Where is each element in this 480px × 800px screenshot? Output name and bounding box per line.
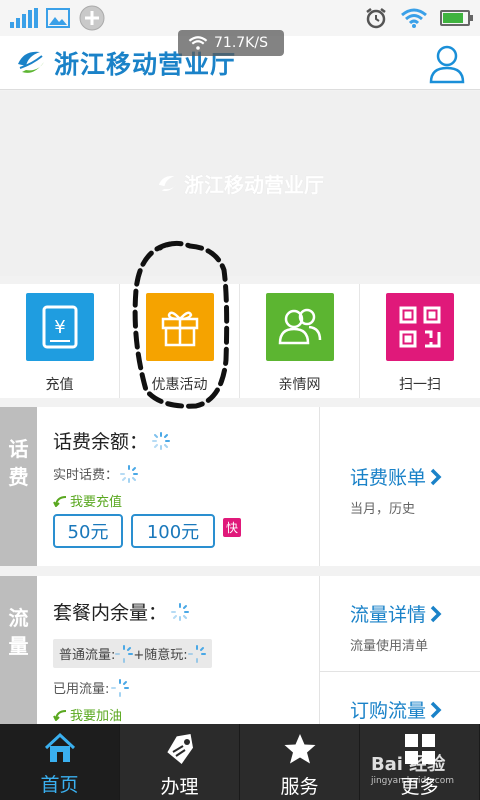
network-speed-overlay: 71.7K/S bbox=[178, 30, 284, 56]
recharge-100-button[interactable]: 100元 bbox=[131, 514, 215, 548]
fee-card: 话费 话费余额： 实时话费： 我要充值 50元 100元 快 话费账单 当月，历… bbox=[0, 407, 480, 566]
quick-action-recharge[interactable]: ¥ 充值 bbox=[0, 284, 120, 398]
loading-spinner-icon bbox=[111, 678, 130, 697]
recharge-note-text: 我要充值 bbox=[70, 495, 123, 510]
tab-label: 服务 bbox=[280, 776, 319, 798]
plan-plus-label: +随意玩: bbox=[133, 648, 188, 663]
family-icon bbox=[265, 293, 334, 361]
quick-action-promotions[interactable]: 优惠活动 bbox=[120, 284, 240, 398]
data-remaining-label: 套餐内余量： bbox=[53, 602, 168, 624]
recharge-50-button[interactable]: 50元 bbox=[53, 514, 123, 548]
wifi-icon bbox=[401, 8, 427, 28]
add-circle-icon bbox=[79, 5, 105, 31]
tab-handle[interactable]: 办理 bbox=[120, 724, 240, 800]
data-card: 流量 套餐内余量： 普通流量: +随意玩: 已用流量: 我要加油 流量详情 流量… bbox=[0, 576, 480, 724]
quick-action-label: 优惠活动 bbox=[151, 377, 208, 393]
fast-badge: 快 bbox=[223, 518, 242, 537]
loading-spinner-icon bbox=[120, 464, 139, 483]
plan-breakdown: 普通流量: +随意玩: bbox=[53, 639, 212, 668]
loading-spinner-icon bbox=[152, 431, 171, 450]
loading-spinner-icon bbox=[187, 644, 206, 663]
recharge-note[interactable]: 我要充值 bbox=[53, 491, 319, 510]
loading-spinner-icon bbox=[171, 602, 190, 621]
china-mobile-logo-icon bbox=[18, 51, 44, 73]
quick-actions: ¥ 充值 优惠活动 亲情网 扫一扫 bbox=[0, 284, 480, 398]
curved-arrow-icon bbox=[53, 495, 67, 507]
quick-action-label: 充值 bbox=[45, 377, 74, 393]
quick-action-label: 扫一扫 bbox=[399, 377, 441, 393]
chevron-right-icon bbox=[430, 468, 442, 485]
tab-home[interactable]: 首页 bbox=[0, 724, 120, 800]
fee-bill-title-row: 话费账单 bbox=[350, 463, 480, 490]
wifi-icon bbox=[188, 36, 208, 50]
chevron-right-icon bbox=[430, 605, 442, 622]
fee-bill-subtitle: 当月，历史 bbox=[350, 502, 416, 517]
order-data-title: 订购流量 bbox=[350, 700, 427, 722]
banner-text: 浙江移动营业厅 bbox=[184, 173, 324, 197]
topup-note-text: 我要加油 bbox=[70, 709, 123, 724]
wallet-icon: ¥ bbox=[25, 293, 94, 361]
fee-balance-row: 话费余额： bbox=[53, 427, 319, 454]
data-detail-title: 流量详情 bbox=[350, 604, 427, 626]
fee-bill-title: 话费账单 bbox=[350, 467, 427, 489]
order-data-link[interactable]: 订购流量 bbox=[320, 672, 480, 724]
realtime-fee-label: 实时话费： bbox=[53, 468, 119, 483]
data-detail-title-row: 流量详情 bbox=[350, 600, 480, 627]
promo-banner[interactable]: 浙江移动营业厅 bbox=[0, 91, 480, 276]
star-icon bbox=[284, 734, 315, 764]
data-balance-panel: 套餐内余量： 普通流量: +随意玩: 已用流量: 我要加油 bbox=[37, 576, 320, 724]
watermark-main: Bai 经验 bbox=[370, 754, 446, 775]
fee-balance-label: 话费余额： bbox=[53, 431, 149, 453]
china-mobile-logo-icon bbox=[158, 175, 178, 191]
qrcode-icon bbox=[386, 293, 454, 361]
home-icon bbox=[44, 732, 75, 762]
data-used-row: 已用流量: bbox=[53, 678, 319, 697]
data-used-label: 已用流量: bbox=[53, 682, 110, 697]
loading-spinner-icon bbox=[115, 644, 134, 663]
plan-normal-label: 普通流量: bbox=[59, 648, 116, 663]
fee-card-side-label: 话费 bbox=[0, 407, 37, 566]
order-data-title-row: 订购流量 bbox=[350, 696, 480, 723]
chevron-right-icon bbox=[430, 701, 442, 718]
data-remaining-row: 套餐内余量： bbox=[53, 598, 319, 625]
tag-icon bbox=[166, 733, 193, 764]
data-card-side-label: 流量 bbox=[0, 576, 37, 724]
alarm-icon bbox=[366, 8, 386, 29]
signal-icon bbox=[10, 8, 38, 28]
tab-label: 办理 bbox=[160, 776, 199, 798]
tab-service[interactable]: 服务 bbox=[240, 724, 360, 800]
user-icon[interactable] bbox=[428, 44, 466, 84]
recharge-amounts: 50元 100元 快 bbox=[53, 514, 319, 548]
quick-action-label: 亲情网 bbox=[278, 377, 321, 393]
image-icon bbox=[46, 8, 70, 28]
data-detail-subtitle: 流量使用清单 bbox=[350, 639, 429, 654]
svg-text:¥: ¥ bbox=[54, 317, 65, 338]
fee-balance-panel: 话费余额： 实时话费： 我要充值 50元 100元 快 bbox=[37, 407, 320, 566]
fee-bill-link[interactable]: 话费账单 当月，历史 bbox=[320, 407, 480, 566]
gift-icon bbox=[145, 293, 214, 361]
topup-note[interactable]: 我要加油 bbox=[53, 705, 319, 724]
realtime-fee-row: 实时话费： bbox=[53, 464, 319, 483]
curved-arrow-icon bbox=[53, 709, 67, 721]
baidu-watermark: Bai 经验 jingyan.baidu.com bbox=[371, 750, 454, 786]
watermark-sub: jingyan.baidu.com bbox=[370, 776, 454, 786]
battery-icon bbox=[440, 10, 473, 26]
data-links: 流量详情 流量使用清单 订购流量 bbox=[320, 576, 480, 724]
network-speed-text: 71.7K/S bbox=[214, 35, 268, 51]
data-detail-link[interactable]: 流量详情 流量使用清单 bbox=[320, 576, 480, 672]
quick-action-family-network[interactable]: 亲情网 bbox=[240, 284, 360, 398]
tab-label: 首页 bbox=[40, 774, 79, 796]
quick-action-scan[interactable]: 扫一扫 bbox=[360, 284, 480, 398]
